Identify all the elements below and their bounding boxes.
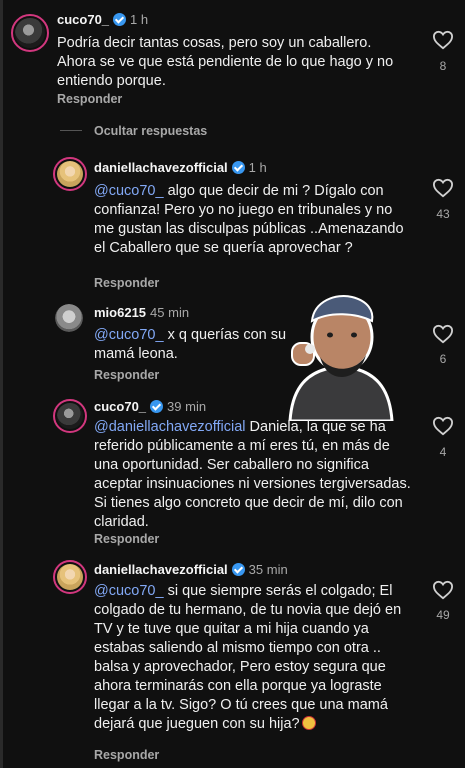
comment-username[interactable]: daniellachavezofficial 35 min xyxy=(94,562,288,577)
comment-text: @cuco70_ algo que decir de mi ? Dígalo c… xyxy=(94,183,404,256)
like-heart-icon[interactable] xyxy=(432,580,454,600)
mention-link[interactable]: @cuco70_ xyxy=(94,583,164,599)
mention-link[interactable]: @daniellachavezofficial xyxy=(94,419,246,435)
clown-emoji-icon xyxy=(301,716,316,730)
like-heart-icon[interactable] xyxy=(432,324,454,344)
avatar-daniellachavezofficial[interactable] xyxy=(53,157,87,191)
like-heart-icon[interactable] xyxy=(432,30,454,50)
comment-text: @daniellachavezofficial Daniela, la que … xyxy=(94,419,411,530)
avatar-mio6215[interactable] xyxy=(55,304,83,332)
comment-text: @cuco70_ si que siempre serás el colgado… xyxy=(94,583,402,732)
avatar-cuco70[interactable] xyxy=(11,14,49,52)
avatar-daniellachavezofficial[interactable] xyxy=(53,560,87,594)
mention-link[interactable]: @cuco70_ xyxy=(94,327,164,343)
person-sticker xyxy=(288,295,394,421)
hide-replies-button[interactable]: Ocultar respuestas xyxy=(94,124,207,138)
mention-link[interactable]: @cuco70_ xyxy=(94,183,164,199)
comments-panel: cuco70_ 1 h Podría decir tantas cosas, pe… xyxy=(0,0,465,768)
comment-username[interactable]: cuco70_ 1 h xyxy=(57,12,148,27)
like-count: 6 xyxy=(439,352,447,366)
reply-button[interactable]: Responder xyxy=(94,748,159,762)
verified-badge-icon xyxy=(113,13,127,26)
divider xyxy=(60,130,82,131)
like-count: 4 xyxy=(439,445,447,459)
reply-button[interactable]: Responder xyxy=(94,276,159,290)
like-count: 43 xyxy=(436,207,450,221)
comment-username[interactable]: daniellachavezofficial 1 h xyxy=(94,160,267,175)
like-count: 49 xyxy=(436,608,450,622)
like-heart-icon[interactable] xyxy=(432,178,454,198)
comment-text: Podría decir tantas cosas, pero soy un c… xyxy=(57,35,394,89)
verified-badge-icon xyxy=(150,400,164,413)
reply-button[interactable]: Responder xyxy=(94,532,159,546)
verified-badge-icon xyxy=(231,161,245,174)
comment-username[interactable]: mio6215 45 min xyxy=(94,305,189,320)
like-count: 8 xyxy=(439,59,447,73)
avatar-cuco70[interactable] xyxy=(53,399,87,433)
reply-button[interactable]: Responder xyxy=(57,92,122,106)
verified-badge-icon xyxy=(231,563,245,576)
reply-button[interactable]: Responder xyxy=(94,368,159,382)
like-heart-icon[interactable] xyxy=(432,416,454,436)
comment-username[interactable]: cuco70_ 39 min xyxy=(94,399,206,414)
